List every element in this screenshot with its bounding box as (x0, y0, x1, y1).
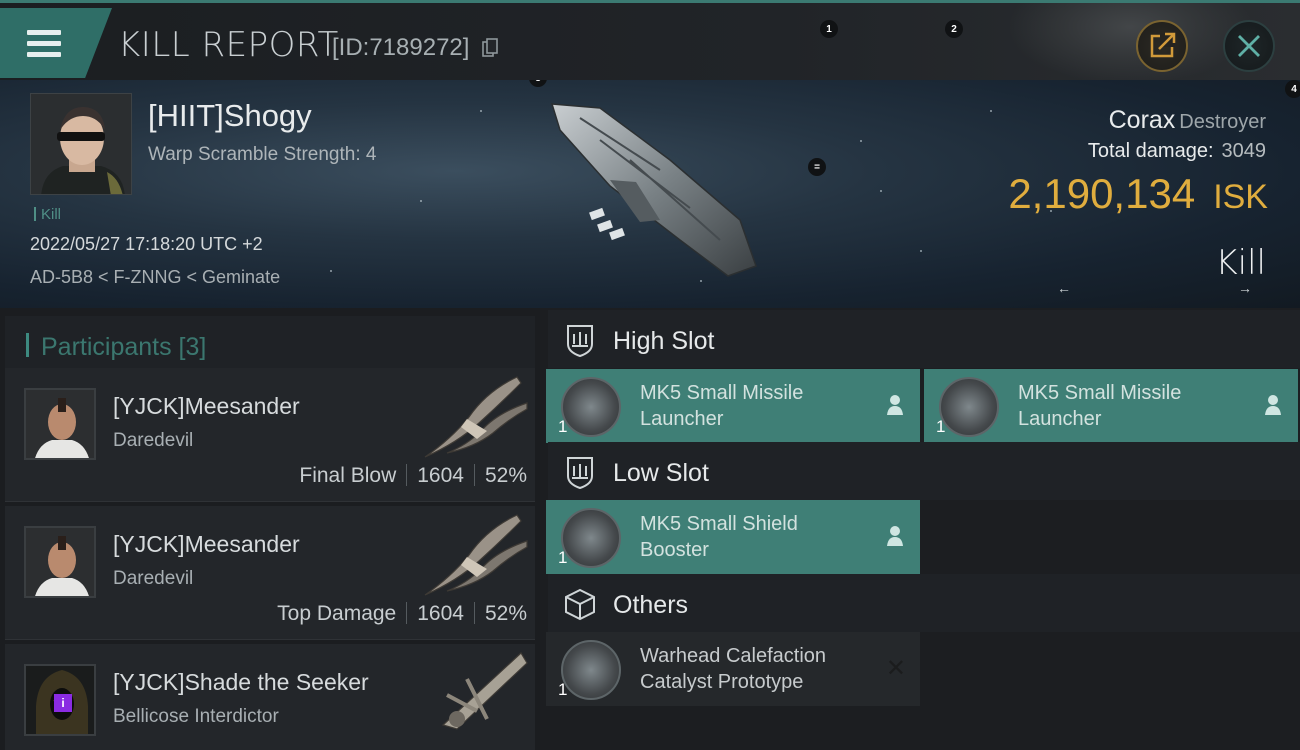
isk-amount: 2,190,134 (1008, 170, 1196, 217)
missile-launcher-icon (561, 377, 621, 437)
victim-ship[interactable]: Corax Destroyer (1109, 106, 1266, 135)
participant-ship: Daredevil (113, 430, 194, 451)
low-slot-header: Low Slot (548, 442, 1300, 500)
participants-header[interactable]: Participants [3] (5, 316, 535, 374)
victim-ship-name: Corax (1108, 106, 1176, 134)
participant-row[interactable]: [YJCK]Meesander Daredevil Final Blow 1604… (5, 368, 535, 502)
share-button[interactable] (1136, 20, 1188, 72)
module-quantity: 1 (936, 417, 946, 436)
participant-role: Final Blow (299, 464, 397, 487)
person-icon (1265, 395, 1281, 415)
participant-ship: Bellicose Interdictor (113, 706, 279, 727)
planet-backdrop (1010, 3, 1250, 83)
prev-arrow-icon[interactable]: ← (1057, 280, 1071, 296)
participant-stats: Top Damage 1604 52% (277, 602, 527, 626)
total-damage-label: Total damage: (1087, 140, 1214, 162)
isk-unit: ISK (1213, 178, 1268, 216)
shield-booster-icon (561, 508, 621, 568)
share-icon (1150, 32, 1176, 58)
high-slot-icon (567, 325, 593, 358)
participant-stats: Final Blow 1604 52% (299, 464, 527, 488)
hamburger-menu-icon (27, 30, 61, 63)
participant-ship-image (441, 652, 528, 730)
module-name: Warhead Calefaction Catalyst Prototype (640, 645, 827, 693)
next-arrow-icon[interactable]: → (1238, 280, 1252, 296)
module-item[interactable]: 1 MK5 Small Missile Launcher (546, 369, 920, 443)
cube-icon (565, 588, 595, 621)
participant-damage: 1604 (417, 602, 464, 625)
module-name: MK5 Small Shield Booster (640, 513, 798, 561)
participants-panel: Participants [3] [YJCK]Meesander Daredev… (0, 308, 540, 750)
menu-button[interactable] (0, 8, 112, 78)
warhead-catalyst-icon (561, 640, 621, 700)
participant-percent: 52% (484, 602, 527, 625)
victim-name[interactable]: [HIIT]Shogy (148, 98, 312, 134)
participant-damage: 1604 (417, 464, 464, 487)
person-icon (887, 526, 903, 546)
high-slot-label: High Slot (613, 327, 715, 355)
module-quantity: 1 (558, 548, 568, 567)
person-icon (887, 395, 903, 415)
fitting-panel: High Slot 1 MK5 Small Missile Launcher 1… (540, 308, 1300, 750)
victim-portrait[interactable] (30, 93, 132, 195)
module-quantity: 1 (558, 417, 568, 436)
participant-row[interactable]: i [YJCK]Shade the Seeker Bellicose Inter… (5, 644, 535, 750)
low-slot-icon (567, 457, 593, 490)
marker-3: 3 (529, 80, 547, 87)
participant-role: Top Damage (277, 602, 397, 625)
module-quantity: 1 (558, 680, 568, 699)
participant-ship-image (424, 514, 528, 596)
kill-tag: Kill (34, 206, 61, 223)
participant-name: [YJCK]Meesander (113, 393, 300, 419)
kill-banner: 3 4 = [HIIT]Shogy Warp Scramble Strength… (0, 80, 1300, 308)
others-label: Others (613, 591, 689, 619)
module-item[interactable]: 1 MK5 Small Shield Booster (546, 500, 920, 574)
copy-icon[interactable] (482, 38, 498, 58)
close-icon (1238, 35, 1260, 57)
module-item[interactable]: 1 Warhead Calefaction Catalyst Prototype… (546, 632, 920, 706)
participant-name: [YJCK]Shade the Seeker (113, 669, 369, 695)
victim-ship-class: Destroyer (1179, 111, 1266, 133)
total-damage-value: 3049 (1221, 140, 1267, 162)
participant-ship-image (424, 376, 528, 458)
module-name: MK5 Small Missile Launcher (640, 382, 804, 430)
title-bar: KILL REPORT [ID:7189272] 1 2 (0, 0, 1300, 83)
kill-datetime: 2022/05/27 17:18:20 UTC +2 (30, 234, 263, 254)
marker-1: 1 (820, 20, 838, 38)
victim-ship-image[interactable] (540, 90, 780, 290)
missile-launcher-icon (939, 377, 999, 437)
total-damage: Total damage: 3049 (1088, 140, 1266, 163)
high-slot-header: High Slot (548, 310, 1300, 368)
marker-2: 2 (945, 20, 963, 38)
participants-accent (26, 333, 29, 357)
participant-badge: i (54, 694, 72, 712)
participant-name: [YJCK]Meesander (113, 531, 300, 557)
participant-portrait (24, 388, 96, 460)
kill-result: Kill (1215, 243, 1266, 283)
isk-value: 2,190,134 ISK (1008, 170, 1268, 218)
kill-location[interactable]: AD-5B8 < F-ZNNG < Geminate (30, 267, 280, 288)
participants-label: Participants [3] (41, 333, 207, 361)
page-title: KILL REPORT (118, 25, 339, 65)
victim-detail: Warp Scramble Strength: 4 (148, 144, 377, 165)
others-header: Others (548, 574, 1300, 632)
participant-row[interactable]: [YJCK]Meesander Daredevil Top Damage 1604… (5, 506, 535, 640)
participant-portrait (24, 526, 96, 598)
module-item[interactable]: 1 MK5 Small Missile Launcher (924, 369, 1298, 443)
module-name: MK5 Small Missile Launcher (1018, 382, 1182, 430)
participant-ship: Daredevil (113, 568, 194, 589)
marker-equals: = (808, 158, 826, 176)
marker-4: 4 (1285, 80, 1300, 98)
low-slot-label: Low Slot (613, 459, 709, 487)
destroyed-x-icon: ✕ (885, 655, 906, 682)
participant-percent: 52% (484, 464, 527, 487)
report-id: [ID:7189272] (332, 34, 470, 61)
close-button[interactable] (1223, 20, 1275, 72)
